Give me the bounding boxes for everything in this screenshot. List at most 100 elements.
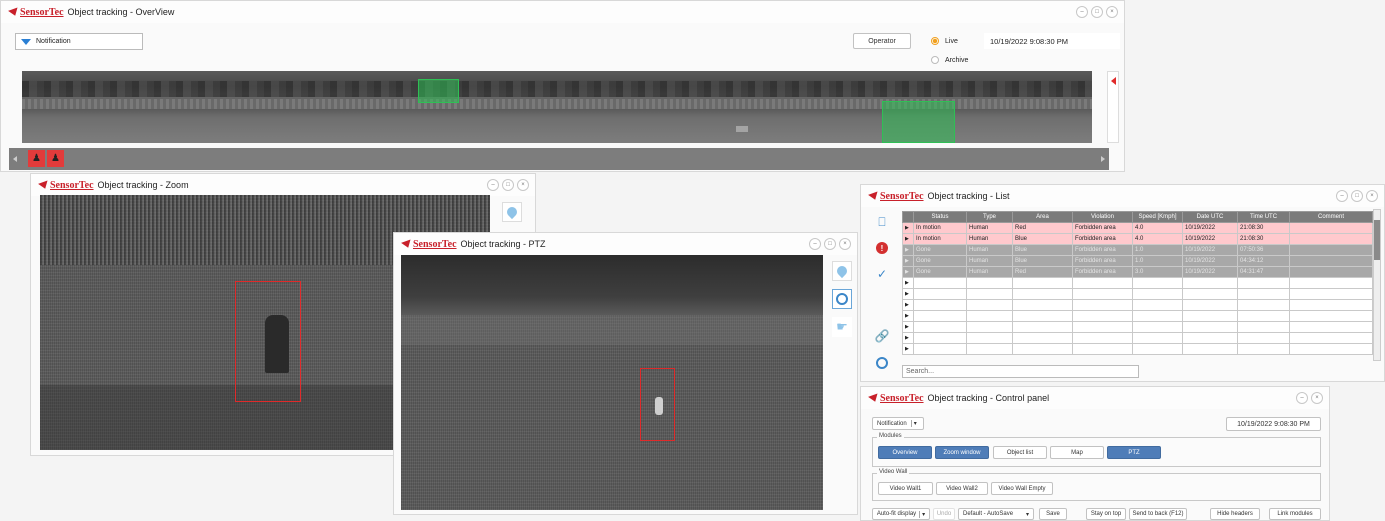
table-cell bbox=[1012, 288, 1073, 300]
panorama-scrollbar[interactable] bbox=[1107, 71, 1119, 143]
autofit-display-button[interactable]: Auto-fit display ▾ bbox=[872, 508, 930, 520]
overview-titlebar[interactable]: SensorTec Object tracking - OverView – □ × bbox=[1, 1, 1124, 23]
notification-button[interactable]: Notification ▾ bbox=[872, 417, 924, 430]
scroll-right-icon[interactable] bbox=[1101, 156, 1105, 162]
table-row[interactable]: ▶ bbox=[902, 321, 1373, 333]
hand-pointer-icon[interactable]: ☛ bbox=[832, 317, 852, 337]
videowall-2-button[interactable]: Video Wall2 bbox=[936, 482, 988, 495]
module-zoom-button[interactable]: Zoom window bbox=[935, 446, 989, 459]
alert-person-icon[interactable]: ♟ bbox=[47, 150, 64, 167]
detection-box-green[interactable] bbox=[882, 101, 955, 143]
module-map-button[interactable]: Map bbox=[1050, 446, 1104, 459]
bookmark-icon[interactable]: ⎕ bbox=[871, 213, 893, 231]
module-objectlist-button[interactable]: Object list bbox=[993, 446, 1047, 459]
alert-person-icon[interactable]: ♟ bbox=[28, 150, 45, 167]
detection-box-red[interactable] bbox=[235, 281, 301, 402]
module-overview-button[interactable]: Overview bbox=[878, 446, 932, 459]
table-row[interactable]: ▶ bbox=[902, 299, 1373, 311]
ptz-video[interactable] bbox=[401, 255, 823, 510]
minimize-icon[interactable]: – bbox=[1296, 392, 1308, 404]
notification-dropdown[interactable]: Notification bbox=[15, 33, 143, 50]
scroll-left-icon[interactable] bbox=[13, 156, 17, 162]
stay-on-top-button[interactable]: Stay on top bbox=[1086, 508, 1126, 520]
column-header[interactable]: Area bbox=[1012, 211, 1073, 223]
videowall-empty-button[interactable]: Video Wall Empty bbox=[991, 482, 1053, 495]
table-row[interactable]: ▶ bbox=[902, 332, 1373, 344]
minimize-icon[interactable]: – bbox=[809, 238, 821, 250]
table-row[interactable]: ▶ bbox=[902, 310, 1373, 322]
hide-headers-button[interactable]: Hide headers bbox=[1210, 508, 1260, 520]
table-cell bbox=[1132, 299, 1183, 311]
table-row[interactable]: ▶ bbox=[902, 288, 1373, 300]
live-radio[interactable]: Live bbox=[931, 37, 958, 45]
close-icon[interactable]: × bbox=[517, 179, 529, 191]
table-row[interactable]: ▶ Gone Human Blue Forbidden area 1.0 10/19/202… bbox=[902, 255, 1373, 267]
table-cell bbox=[1132, 277, 1183, 289]
maximize-icon[interactable]: □ bbox=[502, 179, 514, 191]
detection-box-red[interactable] bbox=[640, 368, 675, 441]
table-cell bbox=[1072, 343, 1133, 355]
close-icon[interactable]: × bbox=[1106, 6, 1118, 18]
close-icon[interactable]: × bbox=[1366, 190, 1378, 202]
table-row[interactable]: ▶ Gone Human Red Forbidden area 3.0 10/19/2022… bbox=[902, 266, 1373, 278]
table-cell bbox=[1132, 310, 1183, 322]
sensortec-logo: SensorTec bbox=[868, 191, 924, 202]
table-row[interactable]: ▶ In motion Human Red Forbidden area 4.0 10/19… bbox=[902, 222, 1373, 234]
zoom-titlebar[interactable]: SensorTec Object tracking - Zoom – □ × bbox=[31, 174, 535, 196]
maximize-icon[interactable]: □ bbox=[1091, 6, 1103, 18]
ptz-target-icon[interactable] bbox=[832, 289, 852, 309]
search-input[interactable]: Search... bbox=[902, 365, 1139, 378]
table-cell: In motion bbox=[913, 222, 967, 234]
detection-box-green[interactable] bbox=[418, 79, 459, 103]
minimize-icon[interactable]: – bbox=[1076, 6, 1088, 18]
column-header[interactable]: Time UTC bbox=[1237, 211, 1290, 223]
minimize-icon[interactable]: – bbox=[487, 179, 499, 191]
control-titlebar[interactable]: SensorTec Object tracking - Control pane… bbox=[861, 387, 1329, 409]
table-cell bbox=[1237, 343, 1290, 355]
list-scrollbar[interactable] bbox=[1373, 209, 1381, 361]
undo-button[interactable]: Undo bbox=[933, 508, 955, 520]
panorama-view[interactable] bbox=[22, 71, 1092, 143]
table-cell bbox=[1289, 332, 1373, 344]
layout-select[interactable]: Default - AutoSave ▾ bbox=[958, 508, 1034, 520]
table-row[interactable]: ▶ In motion Human Blue Forbidden area 4.0 10/1… bbox=[902, 233, 1373, 245]
link-icon[interactable]: 🔗 bbox=[871, 327, 893, 345]
maximize-icon[interactable]: □ bbox=[824, 238, 836, 250]
link-modules-button[interactable]: Link modules bbox=[1269, 508, 1321, 520]
alert-icon[interactable]: ! bbox=[871, 239, 893, 257]
ptz-titlebar[interactable]: SensorTec Object tracking - PTZ – □ × bbox=[394, 233, 857, 255]
table-cell bbox=[966, 332, 1013, 344]
videowall-1-button[interactable]: Video Wall1 bbox=[878, 482, 933, 495]
minimize-icon[interactable]: – bbox=[1336, 190, 1348, 202]
location-pin-icon[interactable] bbox=[502, 202, 522, 222]
column-header[interactable]: Status bbox=[913, 211, 967, 223]
table-row[interactable]: ▶ Gone Human Blue Forbidden area 1.0 10/19/202… bbox=[902, 244, 1373, 256]
table-cell: 04:31:47 bbox=[1237, 266, 1290, 278]
module-ptz-button[interactable]: PTZ bbox=[1107, 446, 1161, 459]
list-titlebar[interactable]: SensorTec Object tracking - List – □ × bbox=[861, 185, 1384, 207]
table-row[interactable]: ▶ bbox=[902, 277, 1373, 289]
maximize-icon[interactable]: □ bbox=[1351, 190, 1363, 202]
send-to-back-button[interactable]: Send to back (F12) bbox=[1129, 508, 1187, 520]
table-cell: Human bbox=[966, 233, 1013, 245]
location-pin-icon[interactable] bbox=[832, 261, 852, 281]
column-header[interactable]: Speed [Kmph] bbox=[1132, 211, 1183, 223]
close-icon[interactable]: × bbox=[839, 238, 851, 250]
archive-radio[interactable]: Archive bbox=[931, 56, 968, 64]
target-icon[interactable] bbox=[871, 354, 893, 372]
column-header[interactable]: Violation bbox=[1072, 211, 1133, 223]
scrollbar-thumb[interactable] bbox=[1374, 220, 1380, 260]
window-title: Object tracking - OverView bbox=[67, 7, 175, 17]
table-cell bbox=[966, 299, 1013, 311]
close-icon[interactable]: × bbox=[1311, 392, 1323, 404]
ptz-window: SensorTec Object tracking - PTZ – □ × ☛ bbox=[393, 232, 858, 515]
checkmark-icon[interactable]: ✓ bbox=[871, 265, 893, 283]
table-cell bbox=[1182, 299, 1238, 311]
column-header[interactable]: Comment bbox=[1289, 211, 1373, 223]
table-cell: Human bbox=[966, 222, 1013, 234]
save-button[interactable]: Save bbox=[1039, 508, 1067, 520]
table-row[interactable]: ▶ bbox=[902, 343, 1373, 355]
column-header[interactable]: Type bbox=[966, 211, 1013, 223]
column-header[interactable]: Date UTC bbox=[1182, 211, 1238, 223]
operator-button[interactable]: Operator bbox=[853, 33, 911, 49]
